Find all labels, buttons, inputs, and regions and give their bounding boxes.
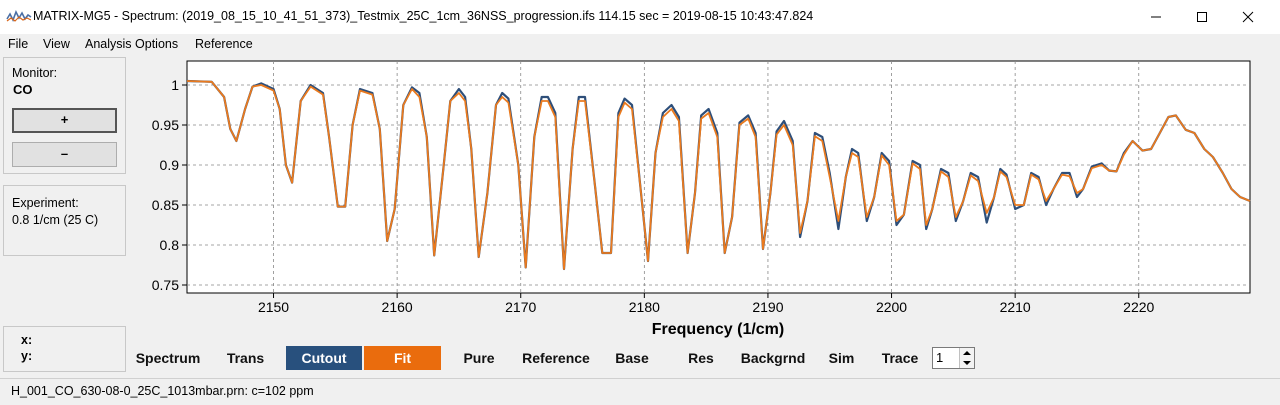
tab-res[interactable]: Res bbox=[677, 346, 725, 370]
close-button[interactable] bbox=[1225, 0, 1271, 34]
trace-stepper-value: 1 bbox=[936, 350, 944, 365]
experiment-label: Experiment: bbox=[12, 196, 79, 210]
close-icon bbox=[1242, 11, 1254, 23]
monitor-label: Monitor: bbox=[12, 66, 58, 80]
status-text: H_001_CO_630-08-0_25C_1013mbar.prn: c=10… bbox=[11, 384, 314, 398]
view-tab-bar: Spectrum Trans Cutout Fit Pure Reference… bbox=[129, 345, 1280, 372]
y-tick-label: 0.9 bbox=[160, 157, 180, 173]
x-axis-label: Frequency (1/cm) bbox=[652, 321, 784, 338]
cursor-x-label: x: bbox=[21, 333, 33, 347]
x-tick-label: 2180 bbox=[629, 299, 660, 315]
window-title: MATRIX-MG5 - Spectrum: (2019_08_15_10_41… bbox=[33, 9, 814, 23]
tab-reference[interactable]: Reference bbox=[515, 346, 597, 370]
tab-trace[interactable]: Trace bbox=[872, 346, 928, 370]
chevron-up-icon[interactable] bbox=[960, 348, 974, 358]
tab-base[interactable]: Base bbox=[601, 346, 663, 370]
chevron-down-icon[interactable] bbox=[960, 358, 974, 368]
y-tick-label: 0.95 bbox=[152, 117, 179, 133]
tab-sim[interactable]: Sim bbox=[819, 346, 864, 370]
menu-reference[interactable]: Reference bbox=[195, 37, 253, 51]
x-tick-label: 2220 bbox=[1123, 299, 1154, 315]
experiment-panel: Experiment: 0.8 1/cm (25 C) bbox=[3, 185, 126, 256]
spectrum-chart[interactable]: 2150 2160 2170 2180 2190 2200 2210 2220 0.75 0.8 0… bbox=[129, 55, 1280, 342]
monitor-minus-button[interactable]: – bbox=[12, 142, 117, 167]
stepper-arrows[interactable] bbox=[959, 348, 974, 368]
y-tick-label: 0.8 bbox=[160, 237, 180, 253]
title-bar: MATRIX-MG5 - Spectrum: (2019_08_15_10_41… bbox=[0, 0, 1280, 34]
x-tick-label: 2210 bbox=[1000, 299, 1031, 315]
menu-bar: File View Analysis Options Reference bbox=[0, 34, 1280, 55]
tab-fit[interactable]: Fit bbox=[364, 346, 441, 370]
minimize-icon bbox=[1151, 16, 1161, 18]
monitor-plus-button[interactable]: + bbox=[12, 108, 117, 133]
y-tick-label: 0.85 bbox=[152, 197, 179, 213]
monitor-panel: Monitor: CO + – bbox=[3, 57, 126, 174]
minimize-button[interactable] bbox=[1133, 0, 1179, 34]
tab-cutout[interactable]: Cutout bbox=[286, 346, 362, 370]
app-icon bbox=[6, 10, 32, 22]
x-tick-label: 2200 bbox=[876, 299, 907, 315]
cursor-panel: x: y: bbox=[3, 326, 126, 372]
menu-analysis-options[interactable]: Analysis Options bbox=[85, 37, 178, 51]
plot-area bbox=[186, 60, 1251, 294]
monitor-value: CO bbox=[13, 82, 33, 97]
tab-pure[interactable]: Pure bbox=[445, 346, 513, 370]
tab-spectrum[interactable]: Spectrum bbox=[129, 346, 207, 370]
tab-backgrnd[interactable]: Backgrnd bbox=[733, 346, 813, 370]
y-tick-label: 0.75 bbox=[152, 277, 179, 293]
menu-file[interactable]: File bbox=[8, 37, 28, 51]
spectrum-plot[interactable]: 2150 2160 2170 2180 2190 2200 2210 2220 0.75 0.8 0… bbox=[129, 55, 1280, 342]
experiment-value: 0.8 1/cm (25 C) bbox=[12, 213, 99, 227]
trace-stepper[interactable]: 1 bbox=[932, 347, 975, 369]
cursor-y-label: y: bbox=[21, 349, 33, 363]
menu-view[interactable]: View bbox=[43, 37, 70, 51]
y-tick-label: 1 bbox=[171, 77, 179, 93]
maximize-icon bbox=[1197, 12, 1207, 22]
tab-trans[interactable]: Trans bbox=[209, 346, 282, 370]
x-tick-label: 2190 bbox=[752, 299, 783, 315]
status-bar: H_001_CO_630-08-0_25C_1013mbar.prn: c=10… bbox=[0, 378, 1280, 405]
x-tick-label: 2150 bbox=[258, 299, 289, 315]
x-tick-label: 2160 bbox=[382, 299, 413, 315]
maximize-button[interactable] bbox=[1179, 0, 1225, 34]
x-tick-label: 2170 bbox=[505, 299, 536, 315]
